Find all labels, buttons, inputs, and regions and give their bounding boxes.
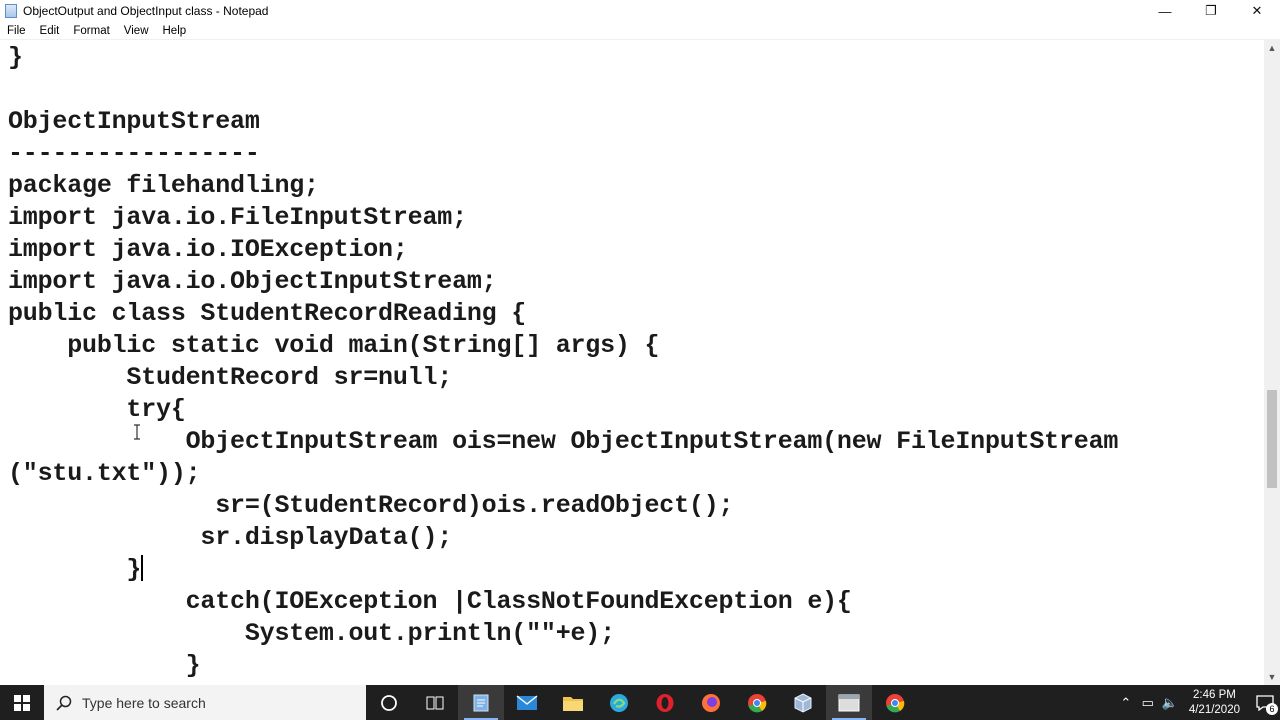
code-line: System.out.println(""+e); [8,619,615,648]
edge-icon [610,693,628,712]
file-explorer-icon [563,696,583,711]
menu-bar: File Edit Format View Help [0,22,1280,40]
taskbar-edge[interactable] [596,685,642,720]
vertical-scrollbar[interactable]: ▲ ▼ [1264,40,1280,685]
minimize-button[interactable]: — [1142,0,1188,22]
menu-view[interactable]: View [117,25,156,37]
code-line: import java.io.FileInputStream; [8,203,467,232]
clock-time: 2:46 PM [1193,688,1236,701]
virtualbox-icon [794,692,812,713]
opera-icon [656,693,674,712]
code-line: package filehandling; [8,171,319,200]
battery-icon[interactable]: ▭ [1137,695,1159,711]
code-line: } [8,651,201,680]
code-line: public static void main(String[] args) { [8,331,660,360]
taskbar-mail[interactable] [504,685,550,720]
window-controls: — ❐ ✕ [1142,0,1280,22]
scroll-up-icon[interactable]: ▲ [1264,40,1280,56]
taskbar-chrome-2[interactable] [872,685,918,720]
code-line: } [8,555,142,584]
search-icon [56,695,72,711]
taskbar-file-explorer[interactable] [550,685,596,720]
code-line: import java.io.IOException; [8,235,408,264]
system-tray: ⌃ ▭ 🔈 2:46 PM 4/21/2020 6 [1115,685,1280,720]
menu-edit[interactable]: Edit [33,25,67,37]
code-line: try{ [8,395,186,424]
text-editor[interactable]: } ObjectInputStream ----------------- pa… [0,40,1264,685]
code-line: sr=(StudentRecord)ois.readObject(); [8,491,734,520]
app-window-icon [838,694,860,711]
code-line: public class StudentRecordReading { [8,299,527,328]
restore-button[interactable]: ❐ [1188,0,1234,22]
taskbar: Type here to search ⌃ ▭ 🔈 2:46 PM 4/21/2… [0,685,1280,720]
cortana-button[interactable] [366,685,412,720]
code-line: StudentRecord sr=null; [8,363,453,392]
scroll-down-icon[interactable]: ▼ [1264,669,1280,685]
menu-help[interactable]: Help [156,25,194,37]
code-line: import java.io.ObjectInputStream; [8,267,497,296]
taskbar-virtualbox[interactable] [780,685,826,720]
task-view-button[interactable] [412,685,458,720]
code-line: ("stu.txt")); [8,459,201,488]
taskbar-firefox[interactable] [688,685,734,720]
close-button[interactable]: ✕ [1234,0,1280,22]
menu-file[interactable]: File [0,25,33,37]
code-line: ObjectInputStream [8,107,260,136]
taskbar-search-box[interactable]: Type here to search [44,685,366,720]
chevron-up-icon[interactable]: ⌃ [1115,695,1137,711]
taskbar-app-window[interactable] [826,685,872,720]
clock-date: 4/21/2020 [1188,703,1240,716]
search-placeholder: Type here to search [82,694,206,711]
title-bar: ObjectOutput and ObjectInput class - Not… [0,0,1280,22]
notepad-icon [473,694,489,711]
mail-icon [516,694,538,710]
code-line: } [8,43,23,72]
taskbar-notepad[interactable] [458,685,504,720]
ibeam-cursor-icon [134,424,140,440]
clock[interactable]: 2:46 PM 4/21/2020 [1189,688,1240,718]
windows-logo-icon [14,694,30,711]
taskbar-chrome[interactable] [734,685,780,720]
notepad-app-icon [5,4,17,18]
firefox-icon [702,693,720,712]
chrome-icon-2 [886,693,905,712]
window-title: ObjectOutput and ObjectInput class - Not… [23,4,269,18]
code-line: sr.displayData(); [8,523,453,552]
volume-icon[interactable]: 🔈 [1159,695,1181,711]
code-line: catch(IOException |ClassNotFoundExceptio… [8,587,852,616]
notification-count-badge: 6 [1266,703,1278,715]
text-caret [141,555,143,581]
action-center-button[interactable]: 6 [1250,685,1280,720]
menu-format[interactable]: Format [66,25,116,37]
scroll-thumb[interactable] [1267,390,1277,488]
cortana-icon [381,694,397,711]
start-button[interactable] [0,685,44,720]
task-view-icon [426,696,444,709]
code-line: ObjectInputStream ois=new ObjectInputStr… [8,427,1119,456]
taskbar-opera[interactable] [642,685,688,720]
chrome-icon [748,693,767,712]
code-line: ----------------- [8,139,260,168]
